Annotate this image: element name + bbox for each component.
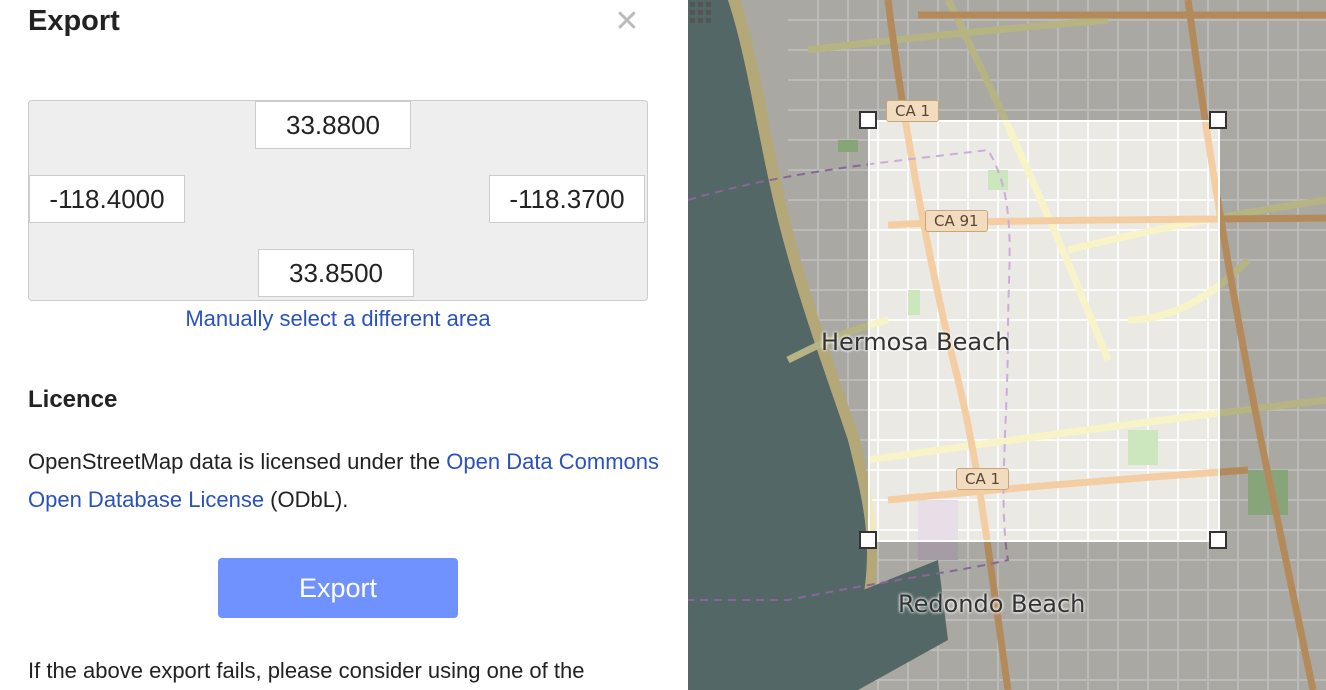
licence-text-before: OpenStreetMap data is licensed under the: [28, 449, 447, 474]
route-shield: CA 91: [925, 210, 988, 232]
panel-title: Export: [28, 5, 120, 37]
south-coordinate-input[interactable]: [258, 249, 414, 297]
selection-handle-top-right[interactable]: [1209, 111, 1227, 129]
selection-handle-bottom-left[interactable]: [859, 531, 877, 549]
licence-text: OpenStreetMap data is licensed under the…: [28, 443, 668, 519]
bounding-box-panel: [28, 100, 648, 301]
move-selection-icon[interactable]: [688, 0, 716, 28]
place-label-hermosa-beach: Hermosa Beach: [821, 328, 1011, 356]
manual-select-area-link[interactable]: Manually select a different area: [0, 306, 676, 332]
licence-text-after: (ODbL).: [264, 487, 349, 512]
route-shield: CA 1: [956, 468, 1010, 490]
route-shield: CA 1: [886, 100, 940, 122]
west-coordinate-input[interactable]: [29, 175, 185, 223]
close-icon[interactable]: ✕: [612, 7, 642, 38]
licence-heading: Licence: [28, 386, 118, 413]
map-view[interactable]: CA 1 CA 91 CA 1 Hermosa Beach Redondo Be…: [688, 0, 1326, 690]
export-sidebar: Export ✕ Manually select a different are…: [0, 0, 688, 690]
selection-handle-top-left[interactable]: [859, 111, 877, 129]
north-coordinate-input[interactable]: [255, 101, 411, 149]
selection-handle-bottom-right[interactable]: [1209, 531, 1227, 549]
fallback-text: If the above export fails, please consid…: [28, 658, 585, 683]
east-coordinate-input[interactable]: [489, 175, 645, 223]
place-label-redondo-beach: Redondo Beach: [898, 590, 1086, 618]
export-button[interactable]: Export: [218, 558, 458, 618]
